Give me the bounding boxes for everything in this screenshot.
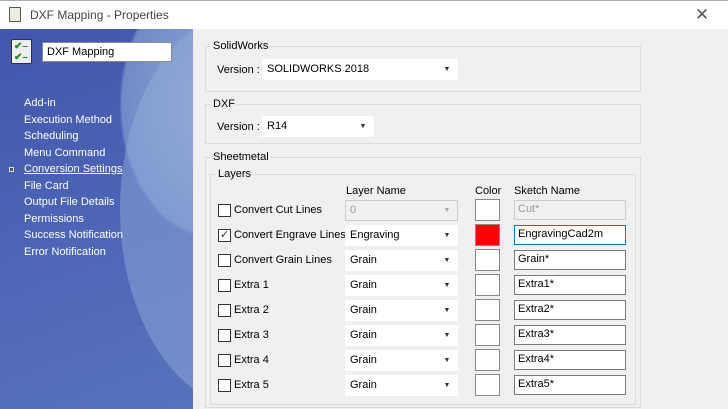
chevron-down-icon: ▼ (443, 66, 451, 73)
layer-value: Grain (350, 354, 377, 366)
sidebar-item[interactable]: Add-in (24, 97, 56, 109)
row-label: Extra 2 (234, 304, 269, 316)
row-label: Extra 5 (234, 379, 269, 391)
row-label: Extra 4 (234, 354, 269, 366)
sidebar: ✔–✔– Add-in Execution Method Scheduling Men… (0, 29, 193, 409)
layer-value: Grain (350, 279, 377, 291)
sketch-name-input[interactable]: Cut* (514, 200, 626, 220)
layer-select[interactable]: Grain ▼ (345, 350, 458, 371)
sketch-name-input[interactable]: Extra3* (514, 325, 626, 345)
layer-select[interactable]: Grain ▼ (345, 375, 458, 396)
row-checkbox[interactable] (218, 354, 231, 367)
layer-select[interactable]: Grain ▼ (345, 250, 458, 271)
layer-select[interactable]: Engraving ▼ (345, 225, 458, 246)
checklist-icon: ✔– ✔– (11, 39, 32, 64)
sidebar-item[interactable]: Permissions (24, 213, 84, 225)
layer-value: Grain (350, 304, 377, 316)
color-swatch[interactable] (475, 224, 500, 246)
chevron-down-icon: ▼ (443, 332, 451, 339)
layer-select[interactable]: Grain ▼ (345, 300, 458, 321)
row-label: Convert Engrave Lines (234, 229, 346, 241)
color-swatch[interactable] (475, 374, 500, 396)
chevron-down-icon: ▼ (443, 307, 451, 314)
sketch-name-input[interactable]: Extra4* (514, 350, 626, 370)
sidebar-item[interactable]: File Card (24, 180, 69, 192)
solidworks-legend: SolidWorks (213, 40, 269, 52)
layer-name-header: Layer Name (346, 185, 406, 197)
window-title: DXF Mapping - Properties (30, 8, 169, 22)
row-label: Convert Grain Lines (234, 254, 332, 266)
row-label: Convert Cut Lines (234, 204, 323, 216)
sidebar-item[interactable]: Error Notification (24, 246, 106, 258)
layer-select[interactable]: 0 ▼ (345, 200, 458, 221)
sidebar-item[interactable]: Success Notification (24, 229, 123, 241)
solidworks-version-label: Version : (217, 64, 260, 76)
color-swatch[interactable] (475, 299, 500, 321)
layer-value: Engraving (350, 229, 400, 241)
color-swatch[interactable] (475, 324, 500, 346)
layer-select[interactable]: Grain ▼ (345, 325, 458, 346)
layer-value: Grain (350, 379, 377, 391)
layer-select[interactable]: Grain ▼ (345, 275, 458, 296)
app-icon (9, 7, 21, 22)
dxf-version-label: Version : (217, 121, 260, 133)
name-input[interactable] (42, 42, 172, 62)
sketch-name-input[interactable]: Grain* (514, 250, 626, 270)
color-swatch[interactable] (475, 349, 500, 371)
layer-value: Grain (350, 329, 377, 341)
layer-value: Grain (350, 254, 377, 266)
sidebar-item[interactable]: Execution Method (24, 114, 112, 126)
sketch-name-input[interactable]: Extra5* (514, 375, 626, 395)
sheetmetal-legend: Sheetmetal (213, 151, 269, 163)
row-checkbox[interactable] (218, 329, 231, 342)
dxf-version-select[interactable]: R14 ▼ (262, 116, 374, 137)
chevron-down-icon: ▼ (443, 382, 451, 389)
chevron-down-icon: ▼ (443, 207, 451, 214)
sketch-name-input[interactable]: EngravingCad2m (514, 225, 626, 245)
sidebar-decoration (120, 29, 193, 409)
sketch-name-header: Sketch Name (514, 185, 581, 197)
row-label: Extra 3 (234, 329, 269, 341)
chevron-down-icon: ▼ (443, 357, 451, 364)
layer-value: 0 (350, 204, 357, 216)
row-label: Extra 1 (234, 279, 269, 291)
solidworks-version-select[interactable]: SOLIDWORKS 2018 ▼ (262, 59, 458, 80)
sketch-name-input[interactable]: Extra2* (514, 300, 626, 320)
layers-legend: Layers (218, 168, 252, 180)
sketch-name-input[interactable]: Extra1* (514, 275, 626, 295)
color-header: Color (475, 185, 502, 197)
sidebar-item[interactable]: Menu Command (24, 147, 105, 159)
color-swatch[interactable] (475, 249, 500, 271)
row-checkbox[interactable] (218, 304, 231, 317)
solidworks-version-value: SOLIDWORKS 2018 (267, 63, 370, 75)
row-checkbox[interactable]: ✓ (218, 229, 231, 242)
chevron-down-icon: ▼ (359, 123, 367, 130)
color-swatch[interactable] (475, 274, 500, 296)
row-checkbox[interactable] (218, 204, 231, 217)
row-checkbox[interactable] (218, 254, 231, 267)
chevron-down-icon: ▼ (443, 282, 451, 289)
dxf-version-value: R14 (267, 120, 288, 132)
dxf-legend: DXF (213, 98, 235, 110)
sidebar-item[interactable]: Conversion Settings (24, 163, 122, 175)
row-checkbox[interactable] (218, 279, 231, 292)
chevron-down-icon: ▼ (443, 257, 451, 264)
color-swatch[interactable] (475, 199, 500, 221)
title-bar: DXF Mapping - Properties ✕ (0, 0, 728, 29)
row-checkbox[interactable] (218, 379, 231, 392)
sidebar-item[interactable]: Scheduling (24, 130, 78, 142)
sidebar-item[interactable]: Output File Details (24, 196, 114, 208)
chevron-down-icon: ▼ (443, 232, 451, 239)
selected-bullet-icon (9, 167, 14, 172)
close-icon[interactable]: ✕ (690, 5, 714, 25)
